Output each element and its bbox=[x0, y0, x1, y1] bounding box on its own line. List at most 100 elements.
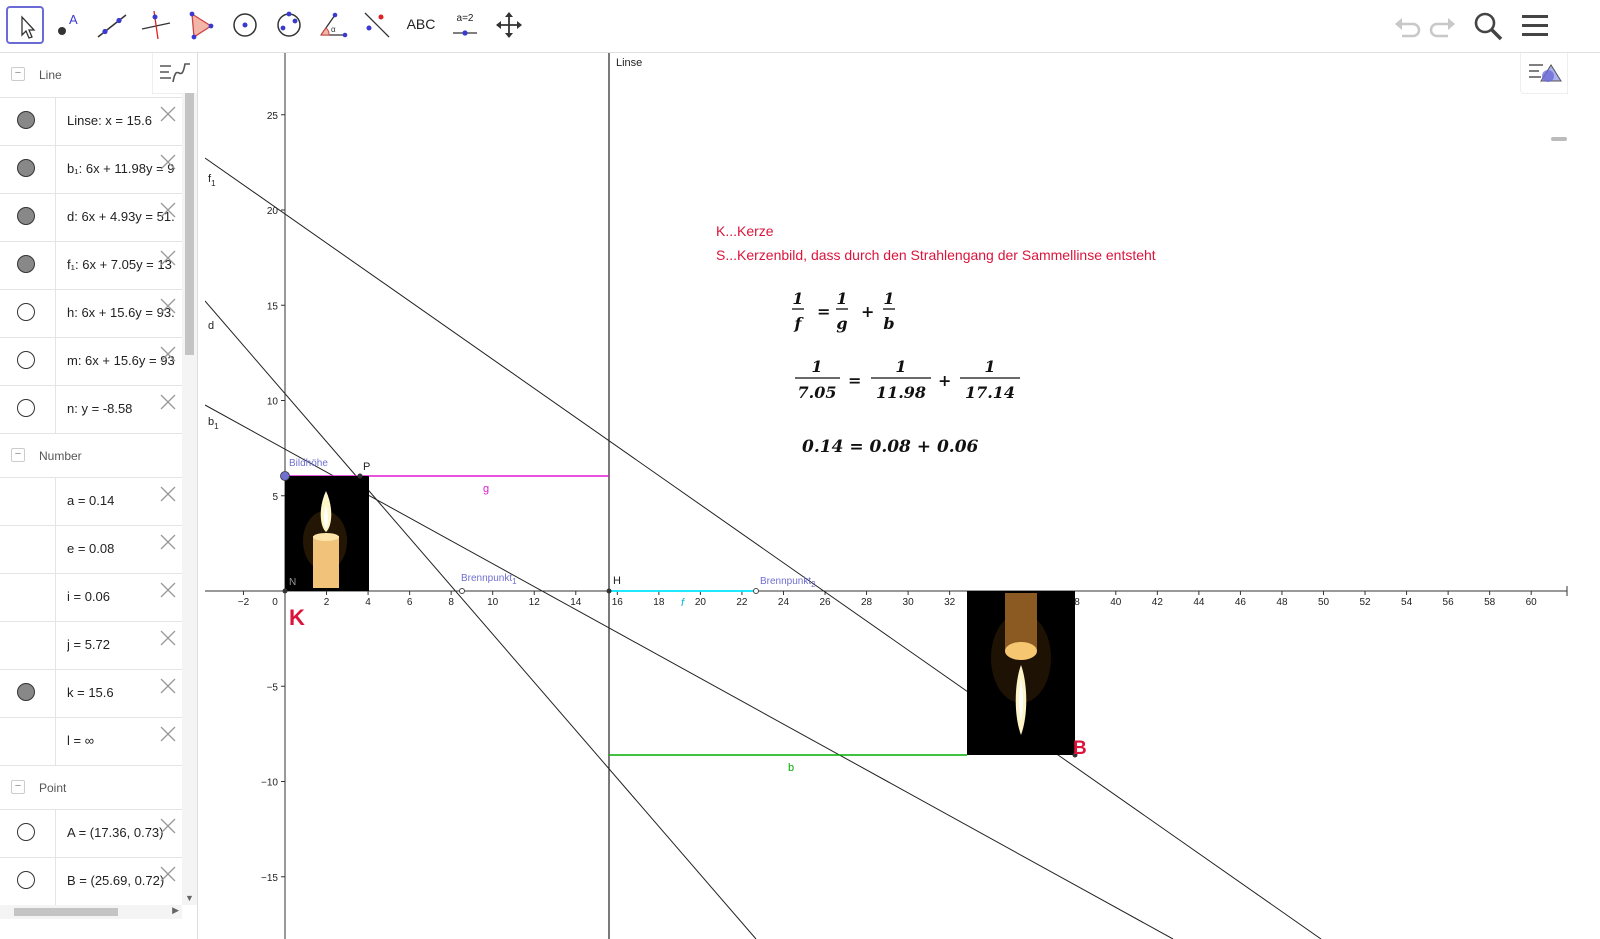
algebra-row-number[interactable]: i = 0.06 bbox=[0, 573, 182, 622]
ray-d[interactable] bbox=[205, 300, 757, 939]
collapse-icon[interactable]: − bbox=[11, 67, 25, 81]
x-tick-label: 16 bbox=[612, 597, 624, 608]
x-tick-label: 20 bbox=[695, 597, 707, 608]
delete-icon[interactable] bbox=[158, 296, 178, 316]
delete-icon[interactable] bbox=[158, 200, 178, 220]
candle-image-inverted[interactable] bbox=[967, 591, 1075, 755]
algebra-row-number[interactable]: j = 5.72 bbox=[0, 621, 182, 670]
label-f: f bbox=[681, 597, 685, 609]
delete-icon[interactable] bbox=[158, 104, 178, 124]
point-N[interactable] bbox=[282, 588, 288, 594]
toolbar: A α ABC a=2 bbox=[0, 0, 1600, 53]
visibility-toggle[interactable] bbox=[17, 111, 35, 129]
delete-icon[interactable] bbox=[158, 152, 178, 172]
polygon-tool[interactable] bbox=[181, 6, 219, 44]
group-header-point[interactable]: − Point bbox=[0, 765, 182, 810]
algebra-row-point[interactable]: B = (25.69, 0.72) bbox=[0, 857, 182, 906]
delete-icon[interactable] bbox=[158, 532, 178, 552]
move-arrows-icon bbox=[496, 12, 522, 38]
visibility-toggle[interactable] bbox=[17, 207, 35, 225]
delete-icon[interactable] bbox=[158, 248, 178, 268]
algebra-row-number[interactable]: k = 15.6 bbox=[0, 669, 182, 718]
group-header-number[interactable]: − Number bbox=[0, 433, 182, 478]
visibility-toggle[interactable] bbox=[17, 823, 35, 841]
scroll-down-arrow-icon[interactable]: ▼ bbox=[185, 893, 194, 903]
delete-icon[interactable] bbox=[158, 484, 178, 504]
x-tick-label: 58 bbox=[1484, 597, 1496, 608]
point-P[interactable] bbox=[357, 473, 363, 479]
circle-icon bbox=[233, 13, 257, 37]
visibility-toggle[interactable] bbox=[17, 683, 35, 701]
algebra-row-line[interactable]: h: 6x + 15.6y = 93. bbox=[0, 289, 182, 338]
x-tick-label: 30 bbox=[903, 597, 915, 608]
reflect-icon bbox=[364, 12, 390, 38]
algebra-row-line[interactable]: Linse: x = 15.6 bbox=[0, 97, 182, 146]
horizontal-scrollbar[interactable]: ▶ bbox=[0, 905, 182, 919]
angle-tool[interactable]: α bbox=[314, 6, 352, 44]
delete-icon[interactable] bbox=[158, 676, 178, 696]
visibility-toggle[interactable] bbox=[17, 255, 35, 273]
graphics-view[interactable]: −202468101214161820222426283032343638404… bbox=[205, 53, 1600, 939]
graphics-style-button[interactable] bbox=[1520, 53, 1568, 94]
text-tool[interactable]: ABC bbox=[402, 6, 440, 44]
vertical-scroll-thumb[interactable] bbox=[185, 93, 194, 355]
algebra-row-line[interactable]: m: 6x + 15.6y = 93 bbox=[0, 337, 182, 386]
text-kerze[interactable]: K...Kerze bbox=[716, 223, 774, 239]
algebra-row-number[interactable]: l = ∞ bbox=[0, 717, 182, 766]
candle-image[interactable] bbox=[285, 476, 369, 591]
move-view-tool[interactable] bbox=[490, 6, 528, 44]
graphics-canvas[interactable]: −202468101214161820222426283032343638404… bbox=[205, 53, 1600, 939]
algebra-row-point[interactable]: A = (17.36, 0.73) bbox=[0, 809, 182, 858]
algebra-row-line[interactable]: f₁: 6x + 7.05y = 13 bbox=[0, 241, 182, 290]
undo-icon[interactable] bbox=[1392, 14, 1422, 40]
label-brennpunkt1: Brennpunkt1 bbox=[461, 573, 517, 586]
point-brennpunkt1[interactable] bbox=[459, 588, 465, 594]
move-tool[interactable] bbox=[6, 6, 44, 44]
line-tool[interactable] bbox=[93, 6, 131, 44]
cursor-arrow-icon bbox=[21, 15, 36, 39]
x-tick-label: 6 bbox=[407, 597, 413, 608]
vertical-scrollbar[interactable]: ▼ bbox=[182, 93, 197, 905]
algebra-row-line[interactable]: d: 6x + 4.93y = 51. bbox=[0, 193, 182, 242]
style-bar-handle[interactable] bbox=[1551, 137, 1567, 141]
search-icon[interactable] bbox=[1472, 10, 1504, 42]
algebra-row-number[interactable]: a = 0.14 bbox=[0, 477, 182, 526]
visibility-toggle[interactable] bbox=[17, 303, 35, 321]
label-b: b bbox=[788, 762, 794, 774]
perpendicular-line-tool[interactable] bbox=[137, 6, 175, 44]
text-kerzenbild[interactable]: S...Kerzenbild, dass durch den Strahleng… bbox=[716, 247, 1156, 263]
algebra-row-line[interactable]: b₁: 6x + 11.98y = 9 bbox=[0, 145, 182, 194]
algebra-style-button[interactable] bbox=[152, 53, 197, 94]
visibility-toggle[interactable] bbox=[17, 399, 35, 417]
delete-icon[interactable] bbox=[158, 344, 178, 364]
visibility-toggle[interactable] bbox=[17, 159, 35, 177]
point-bildhoehe[interactable] bbox=[280, 471, 290, 481]
algebra-row-line[interactable]: n: y = -8.58 bbox=[0, 385, 182, 434]
redo-icon[interactable] bbox=[1428, 14, 1458, 40]
circle-tool[interactable] bbox=[226, 6, 264, 44]
delete-icon[interactable] bbox=[158, 864, 178, 884]
ellipse-tool[interactable] bbox=[270, 6, 308, 44]
svg-text:7.05: 7.05 bbox=[798, 383, 837, 402]
delete-icon[interactable] bbox=[158, 816, 178, 836]
slider-tool[interactable]: a=2 bbox=[446, 6, 484, 44]
delete-icon[interactable] bbox=[158, 580, 178, 600]
visibility-toggle[interactable] bbox=[17, 351, 35, 369]
point-H[interactable] bbox=[606, 588, 612, 594]
label-g: g bbox=[483, 483, 489, 495]
collapse-icon[interactable]: − bbox=[11, 448, 25, 462]
svg-text:1: 1 bbox=[792, 289, 803, 308]
horizontal-scroll-thumb[interactable] bbox=[14, 908, 118, 916]
scroll-right-arrow-icon[interactable]: ▶ bbox=[172, 905, 179, 916]
visibility-toggle[interactable] bbox=[17, 871, 35, 889]
delete-icon[interactable] bbox=[158, 724, 178, 744]
ray-f1[interactable] bbox=[205, 157, 1322, 939]
menu-icon[interactable] bbox=[1520, 11, 1550, 41]
delete-icon[interactable] bbox=[158, 628, 178, 648]
delete-icon[interactable] bbox=[158, 392, 178, 412]
reflect-tool[interactable] bbox=[358, 6, 396, 44]
point-tool[interactable]: A bbox=[48, 6, 86, 44]
algebra-row-number[interactable]: e = 0.08 bbox=[0, 525, 182, 574]
collapse-icon[interactable]: − bbox=[11, 780, 25, 794]
point-brennpunkt2[interactable] bbox=[753, 588, 759, 594]
